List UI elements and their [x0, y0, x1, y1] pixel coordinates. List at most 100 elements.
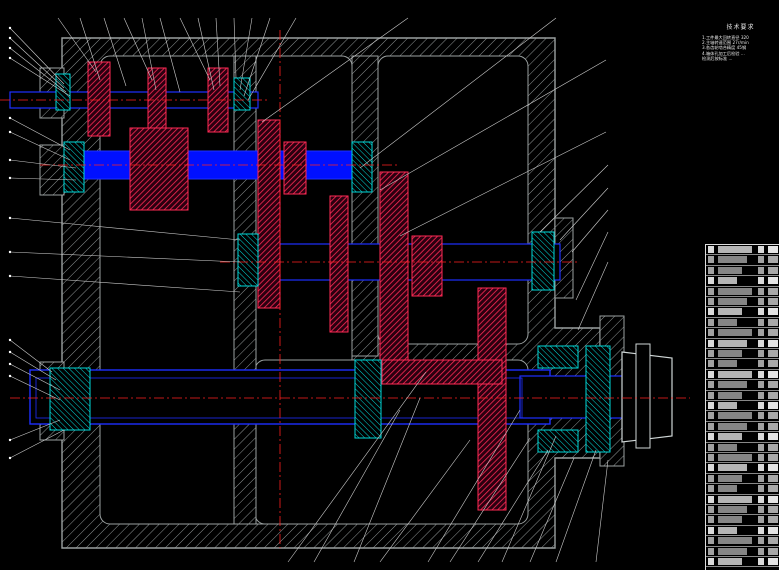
bom-cell	[718, 350, 742, 357]
bom-row	[706, 557, 779, 568]
bom-cell	[718, 547, 747, 555]
bom-row	[706, 474, 779, 485]
bom-cell	[718, 370, 752, 378]
bom-cell	[768, 506, 778, 513]
bom-cell	[758, 308, 764, 316]
bom-row	[706, 422, 779, 433]
notes-title: 技术要求	[726, 24, 755, 31]
bom-row	[706, 443, 779, 453]
bom-cell	[768, 433, 778, 441]
bom-row	[706, 453, 779, 464]
bom-cell	[718, 412, 752, 420]
bom-cell	[718, 526, 737, 534]
bom-cell	[768, 495, 778, 503]
bom-cell	[708, 464, 714, 472]
bom-cell	[758, 506, 764, 513]
bom-cell	[708, 422, 714, 430]
bom-cell	[768, 485, 778, 493]
bom-cell	[708, 391, 714, 399]
bom-cell	[758, 433, 764, 441]
bom-cell	[718, 381, 747, 389]
bom-cell	[708, 329, 714, 337]
bom-cell	[768, 443, 778, 451]
bom-cell	[708, 506, 714, 513]
bom-row	[706, 297, 779, 308]
bom-cell	[708, 526, 714, 534]
bom-cell	[758, 277, 764, 285]
bom-row	[706, 484, 779, 495]
bom-row	[706, 255, 779, 266]
bom-row	[706, 380, 779, 391]
bom-row	[706, 349, 779, 360]
bom-cell	[718, 443, 737, 451]
bom-cell	[718, 256, 747, 264]
bom-cell	[758, 454, 764, 461]
bom-cell	[708, 537, 714, 545]
bom-row	[706, 318, 779, 329]
bom-cell	[758, 318, 764, 326]
bom-cell	[708, 360, 714, 368]
bom-cell	[708, 256, 714, 264]
bom-row	[706, 391, 779, 401]
bom-cell	[718, 246, 752, 253]
bom-cell	[768, 547, 778, 555]
bom-cell	[768, 537, 778, 545]
bom-row	[706, 307, 779, 318]
bom-cell	[718, 287, 752, 295]
gearbox-section-drawing	[0, 17, 690, 563]
bom-cell	[708, 246, 714, 253]
bom-cell	[768, 256, 778, 264]
bom-row	[706, 276, 779, 287]
bom-cell	[708, 287, 714, 295]
bom-cell	[708, 339, 714, 347]
bom-cell	[708, 474, 714, 482]
bom-cell	[758, 464, 764, 472]
bom-cell	[708, 318, 714, 326]
bom-row	[706, 339, 779, 349]
bom-cell	[758, 329, 764, 337]
bom-cell	[708, 350, 714, 357]
bom-row	[706, 359, 779, 370]
bom-row	[706, 411, 779, 422]
bom-cell	[718, 558, 742, 565]
bom-cell	[758, 287, 764, 295]
bom-cell	[768, 391, 778, 399]
bom-cell	[758, 350, 764, 357]
bom-cell	[718, 474, 742, 482]
bom-cell	[708, 495, 714, 503]
bom-cell	[718, 485, 737, 493]
bom-cell	[718, 495, 752, 503]
bom-row	[706, 266, 779, 277]
bom-cell	[758, 391, 764, 399]
bom-cell	[768, 370, 778, 378]
bom-row	[706, 536, 779, 547]
bom-cell	[758, 526, 764, 534]
bom-cell	[768, 422, 778, 430]
bom-cell	[708, 454, 714, 461]
bom-cell	[708, 381, 714, 389]
bom-cell	[718, 360, 737, 368]
bom-cell	[768, 266, 778, 274]
bom-cell	[768, 412, 778, 420]
bom-cell	[718, 537, 752, 545]
bom-cell	[768, 402, 778, 409]
bom-cell	[758, 474, 764, 482]
bom-cell	[768, 329, 778, 337]
bom-cell	[758, 402, 764, 409]
bom-cell	[758, 443, 764, 451]
bom-cell	[758, 485, 764, 493]
bom-cell	[768, 246, 778, 253]
bom-cell	[768, 558, 778, 565]
bom-cell	[758, 370, 764, 378]
bom-cell	[708, 558, 714, 565]
bom-cell	[718, 308, 742, 316]
bom-cell	[708, 266, 714, 274]
bom-cell	[708, 412, 714, 420]
bom-cell	[708, 433, 714, 441]
bom-row	[706, 245, 779, 256]
bom-cell	[758, 339, 764, 347]
bom-row	[706, 287, 779, 297]
bom-cell	[708, 402, 714, 409]
bom-cell	[718, 339, 747, 347]
bom-cell	[768, 308, 778, 316]
